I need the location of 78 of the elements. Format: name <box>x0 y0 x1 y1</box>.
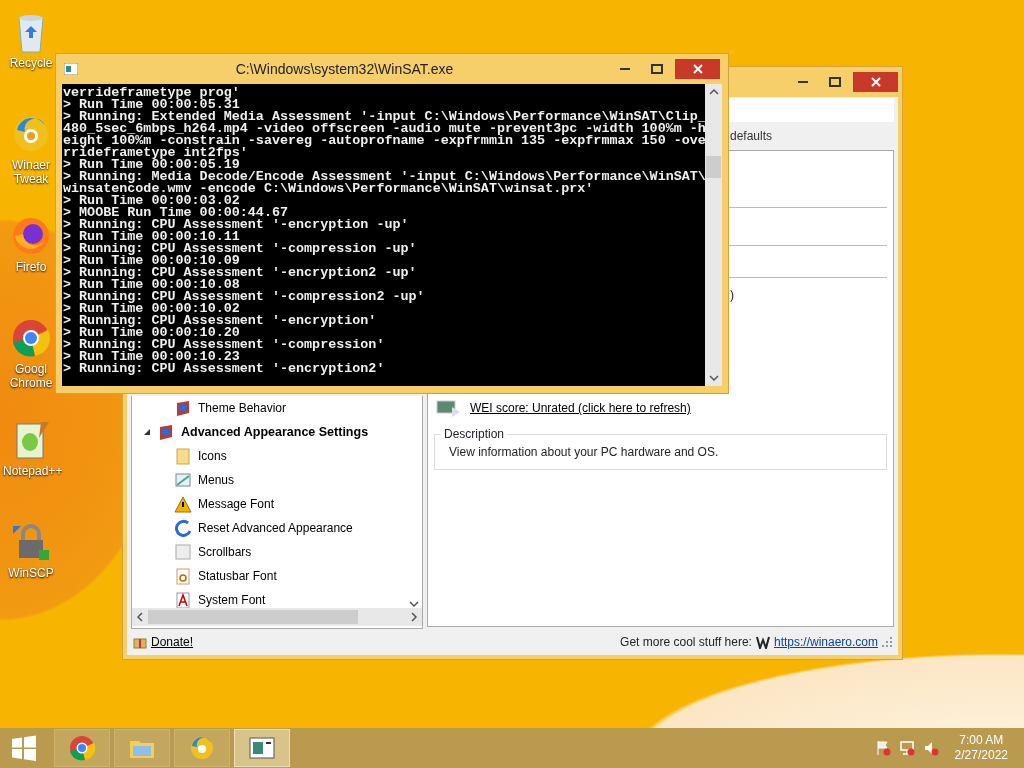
theme-icon <box>174 591 192 609</box>
console-line: > Running: CPU Assessment '-compression2 -up' <box>63 291 426 303</box>
tree-item[interactable]: Advanced Appearance Settings <box>181 422 369 442</box>
theme-icon <box>157 423 175 441</box>
console-line: > Running: CPU Assessment '-encryption2 -up' <box>63 267 418 279</box>
theme-icon <box>174 471 192 489</box>
console-line: > Run Time 00:00:10.20 <box>63 327 240 339</box>
tree-item[interactable]: Message Font <box>198 495 275 513</box>
computer-icon <box>436 399 462 417</box>
console-line: > MOOBE Run Time 00:00:44.67 <box>63 207 288 219</box>
swirl-icon <box>188 734 216 762</box>
console-line: > Running: CPU Assessment '-encryption' <box>63 315 378 327</box>
console-line: > Running: CPU Assessment '-compression -up' <box>63 243 418 255</box>
console-line: > Run Time 00:00:05.19 <box>63 159 240 171</box>
toolbar-text[interactable]: defaults <box>730 127 773 145</box>
close-button[interactable] <box>675 59 720 79</box>
console-line: winsatencode.wmv -encode C:\Windows\Performance\WinSAT\winsat.prx' <box>63 183 595 195</box>
window-icon <box>248 734 276 762</box>
console-line: > Running: CPU Assessment '-encryption -up' <box>63 219 410 231</box>
expand-toggle[interactable] <box>144 428 151 436</box>
close-button[interactable] <box>853 72 898 92</box>
resize-grip-icon[interactable] <box>882 637 892 647</box>
tree-item[interactable]: Statusbar Font <box>198 567 277 585</box>
console-line: > Running: Media Decode/Encode Assessment '-input C:\Windows\Performance\WinSAT\ <box>63 171 705 183</box>
maximize-icon <box>829 77 841 87</box>
theme-icon <box>174 519 192 537</box>
tree-item[interactable]: System Font <box>198 591 266 609</box>
scrollbar-thumb[interactable] <box>148 610 358 624</box>
promo-text: Get more cool stuff here: <box>620 634 752 651</box>
w-logo-icon <box>755 635 770 649</box>
network-icon[interactable] <box>898 740 915 756</box>
tree-item[interactable]: Scrollbars <box>198 543 252 561</box>
speaker-muted-icon[interactable] <box>922 740 939 756</box>
tree-item[interactable]: Theme Behavior <box>198 399 287 417</box>
group-title: Description <box>443 426 506 443</box>
console-line: 480_5sec_6mbps_h264.mp4 -video offscreen -audio mute -prevent3pc -width 100%m -h <box>63 123 705 135</box>
console-line: > Running: CPU Assessment '-compression' <box>63 339 386 351</box>
console-line: > Run Time 00:00:10.08 <box>63 279 240 291</box>
taskbar-app[interactable] <box>54 729 110 767</box>
window-title: C:\Windows\system32\WinSAT.exe <box>234 59 455 79</box>
console-line: eight 100%m -constrain -savereg -autoprofname -expfrmmin 135 -expfrmmax 150 -ove <box>63 135 705 147</box>
console-line: > Running: Extended Media Assessment '-input C:\Windows\Performance\WinSAT\Clip_ <box>63 111 705 123</box>
theme-icon <box>174 567 192 585</box>
console-line: rrideframetype int2fps' <box>63 147 249 159</box>
tree-item[interactable]: Icons <box>198 447 227 465</box>
horizontal-scrollbar[interactable] <box>132 608 422 626</box>
close-icon <box>870 77 881 87</box>
browser-icon <box>68 734 96 762</box>
console-line: > Run Time 00:00:10.09 <box>63 255 240 267</box>
close-icon <box>692 64 703 74</box>
minimize-icon <box>798 81 808 83</box>
windows-logo-icon <box>11 735 37 761</box>
taskbar-app[interactable] <box>174 729 230 767</box>
theme-icon <box>174 495 192 513</box>
theme-icon <box>174 447 192 465</box>
theme-icon <box>174 543 192 561</box>
theme-icon <box>174 399 192 417</box>
console-line: > Running: CPU Assessment '-encryption2' <box>63 363 386 375</box>
tree-item[interactable]: Reset Advanced Appearance <box>198 519 353 537</box>
description-text: View information about your PC hardware and OS. <box>449 444 720 461</box>
tree-item[interactable]: Menus <box>198 471 235 489</box>
console-line: > Run Time 00:00:10.23 <box>63 351 240 363</box>
minimize-icon <box>620 68 630 70</box>
console-icon <box>64 63 78 75</box>
scrollbar-thumb[interactable] <box>706 156 721 178</box>
console-line: > Run Time 00:00:10.11 <box>63 231 240 243</box>
taskbar-app[interactable] <box>234 729 290 767</box>
console-line: verrideframetype prog' <box>63 87 241 99</box>
flag-icon[interactable] <box>874 740 891 756</box>
text-fragment: ) <box>730 287 734 304</box>
wei-score-link[interactable]: WEI score: Unrated (click here to refresh) <box>470 399 691 417</box>
website-link[interactable]: https://winaero.com <box>773 633 878 651</box>
console-line: > Run Time 00:00:05.31 <box>63 99 240 111</box>
gift-icon <box>133 635 147 649</box>
console-line: > Run Time 00:00:10.02 <box>63 303 240 315</box>
console-line: > Run Time 00:00:03.02 <box>63 195 240 207</box>
donate-link[interactable]: Donate! <box>151 633 194 651</box>
maximize-icon <box>651 64 663 74</box>
